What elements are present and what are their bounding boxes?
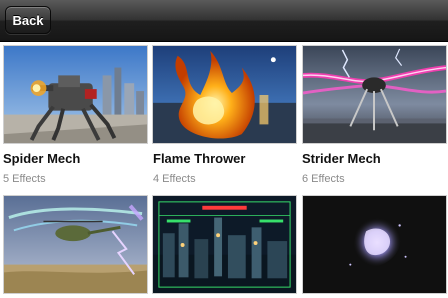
particles-thumbnail[interactable] xyxy=(302,195,447,294)
helicopter-thumbnail[interactable] xyxy=(3,195,148,294)
effect-title: Flame Thrower xyxy=(153,151,246,166)
effect-tile-city-hud[interactable] xyxy=(150,192,300,298)
effect-tile-spider-mech[interactable]: Spider Mech 5 Effects xyxy=(0,42,150,192)
strider-mech-thumbnail[interactable] xyxy=(302,45,447,144)
effect-title: Strider Mech xyxy=(302,151,381,166)
effect-tile-strider-mech[interactable]: Strider Mech 6 Effects xyxy=(300,42,448,192)
flame-thrower-thumbnail[interactable] xyxy=(152,45,297,144)
effect-count: 6 Effects xyxy=(302,173,345,185)
effect-tile-flame-thrower[interactable]: Flame Thrower 4 Effects xyxy=(150,42,300,192)
city-hud-thumbnail[interactable] xyxy=(152,195,297,294)
effects-grid: Spider Mech 5 Effects Flame Thrower 4 Ef… xyxy=(0,42,448,298)
effect-tile-particles[interactable] xyxy=(300,192,448,298)
back-button[interactable]: Back xyxy=(5,6,51,34)
spider-mech-thumbnail[interactable] xyxy=(3,45,148,144)
effect-count: 4 Effects xyxy=(153,173,196,185)
navigation-bar: Back xyxy=(0,0,448,42)
effect-tile-helicopter[interactable] xyxy=(0,192,150,298)
effect-count: 5 Effects xyxy=(3,173,46,185)
effect-title: Spider Mech xyxy=(3,151,81,166)
